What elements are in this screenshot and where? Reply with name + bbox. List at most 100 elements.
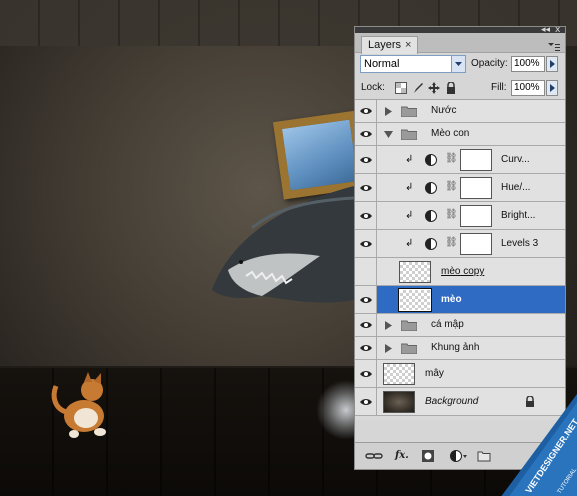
fill-slider-button[interactable] xyxy=(546,80,558,96)
layer-mask-thumbnail[interactable] xyxy=(460,177,492,199)
panel-menu-icon[interactable] xyxy=(548,42,560,52)
expand-arrow-icon[interactable] xyxy=(385,107,392,116)
layer-name: mèo xyxy=(441,294,462,305)
folder-icon xyxy=(401,106,417,117)
layer-mask-thumbnail[interactable] xyxy=(460,149,492,171)
clipping-arrow-icon: ↲ xyxy=(405,238,414,249)
eye-icon[interactable] xyxy=(360,156,372,164)
fill-input[interactable]: 100% xyxy=(511,80,545,96)
tab-close-icon[interactable]: × xyxy=(405,39,411,51)
eye-icon[interactable] xyxy=(360,184,372,192)
mask-link-icon[interactable]: ⛓ xyxy=(445,153,458,164)
eye-icon[interactable] xyxy=(360,240,372,248)
adjustment-circle-icon[interactable] xyxy=(425,154,437,166)
eye-icon[interactable] xyxy=(360,398,372,406)
lock-transparency-icon[interactable] xyxy=(395,82,407,94)
layer-name: Nước xyxy=(431,105,457,116)
expand-arrow-icon[interactable] xyxy=(385,344,392,353)
blend-mode-select[interactable]: Normal xyxy=(360,55,466,73)
layer-row[interactable]: mây xyxy=(355,360,565,388)
fx-icon[interactable]: fx. xyxy=(395,449,409,463)
folder-icon xyxy=(401,129,417,140)
opacity-input[interactable]: 100% xyxy=(511,56,545,72)
layer-thumbnail[interactable] xyxy=(383,363,415,385)
eye-icon[interactable] xyxy=(360,370,372,378)
adjustment-circle-icon[interactable] xyxy=(425,210,437,222)
opacity-label: Opacity: xyxy=(471,58,508,69)
layer-mask-thumbnail[interactable] xyxy=(460,205,492,227)
visibility-toggle[interactable] xyxy=(355,314,377,336)
mask-link-icon[interactable]: ⛓ xyxy=(445,209,458,220)
blend-mode-value: Normal xyxy=(364,58,400,70)
link-icon[interactable] xyxy=(365,449,383,463)
visibility-toggle[interactable] xyxy=(355,146,377,173)
layer-thumbnail[interactable] xyxy=(383,391,415,413)
layer-row[interactable]: ↲ ⛓ Levels 3 xyxy=(355,230,565,258)
eye-icon[interactable] xyxy=(360,107,372,115)
adjustment-circle-icon[interactable] xyxy=(425,182,437,194)
lock-all-icon[interactable] xyxy=(445,82,457,94)
adjustment-circle-icon[interactable] xyxy=(425,238,437,250)
layer-row-selected[interactable]: mèo xyxy=(355,286,565,314)
layer-name: Curv... xyxy=(501,154,530,165)
layer-name: Levels 3 xyxy=(501,238,539,249)
layer-row[interactable]: ↲ ⛓ Curv... xyxy=(355,146,565,174)
folder-icon[interactable] xyxy=(477,449,491,463)
collapse-arrow-icon[interactable] xyxy=(384,131,393,138)
layer-name: Background xyxy=(425,396,479,407)
tab-layers[interactable]: Layers × xyxy=(361,36,419,54)
layer-list: Nước Mèo con ↲ ⛓ Curv... ↲ ⛓ Hue/... ↲ ⛓… xyxy=(355,100,565,420)
visibility-toggle[interactable] xyxy=(355,100,377,122)
eye-icon[interactable] xyxy=(360,130,372,138)
folder-icon xyxy=(401,343,417,354)
mask-link-icon[interactable]: ⛓ xyxy=(445,181,458,192)
eye-icon[interactable] xyxy=(360,296,372,304)
watermark-logo: VIETDESIGNER.NET TUTORIAL xyxy=(501,394,577,496)
folder-icon xyxy=(401,320,417,331)
layer-row[interactable]: cá mập xyxy=(355,314,565,337)
mask-icon[interactable] xyxy=(421,449,435,463)
visibility-toggle[interactable] xyxy=(355,123,377,145)
visibility-toggle[interactable] xyxy=(355,388,377,415)
expand-arrow-icon[interactable] xyxy=(385,321,392,330)
opacity-slider-button[interactable] xyxy=(546,56,558,72)
kitten-image xyxy=(51,372,106,438)
lock-brush-icon[interactable] xyxy=(412,82,424,94)
eye-icon[interactable] xyxy=(360,321,372,329)
layer-thumbnail[interactable] xyxy=(399,261,431,283)
layer-row[interactable]: ↲ ⛓ Bright... xyxy=(355,202,565,230)
visibility-toggle[interactable] xyxy=(355,360,377,387)
tab-bar: Layers × xyxy=(355,33,565,54)
lock-fill-row: Lock: Fill: 100% xyxy=(355,78,565,100)
layer-name: Bright... xyxy=(501,210,536,221)
clipping-arrow-icon: ↲ xyxy=(405,210,414,221)
eye-icon[interactable] xyxy=(360,344,372,352)
lock-move-icon[interactable] xyxy=(428,82,440,94)
chevron-down-icon[interactable] xyxy=(451,56,465,72)
mask-link-icon[interactable]: ⛓ xyxy=(445,237,458,248)
layer-name: Khung ảnh xyxy=(431,342,480,353)
layer-name: mây xyxy=(425,368,444,379)
visibility-toggle[interactable] xyxy=(355,202,377,229)
layer-name: cá mập xyxy=(431,319,464,330)
visibility-toggle[interactable] xyxy=(355,337,377,359)
clipping-arrow-icon: ↲ xyxy=(405,182,414,193)
visibility-toggle[interactable] xyxy=(355,286,377,313)
layer-row[interactable]: Mèo con xyxy=(355,123,565,146)
adjustment-icon[interactable] xyxy=(449,449,467,463)
visibility-toggle[interactable] xyxy=(355,174,377,201)
blend-opacity-row: Normal Opacity: 100% xyxy=(355,54,565,78)
layer-row[interactable]: ↲ ⛓ Hue/... xyxy=(355,174,565,202)
layer-name: mèo copy xyxy=(441,266,485,277)
visibility-toggle[interactable] xyxy=(355,258,377,285)
layer-name: Mèo con xyxy=(431,128,470,139)
fill-label: Fill: xyxy=(491,82,507,93)
layer-thumbnail[interactable] xyxy=(398,288,432,312)
layer-row[interactable]: Nước xyxy=(355,100,565,123)
visibility-toggle[interactable] xyxy=(355,230,377,257)
layer-mask-thumbnail[interactable] xyxy=(460,233,492,255)
layer-name: Hue/... xyxy=(501,182,531,193)
eye-icon[interactable] xyxy=(360,212,372,220)
layer-row[interactable]: Khung ảnh xyxy=(355,337,565,360)
layer-row[interactable]: mèo copy xyxy=(355,258,565,286)
